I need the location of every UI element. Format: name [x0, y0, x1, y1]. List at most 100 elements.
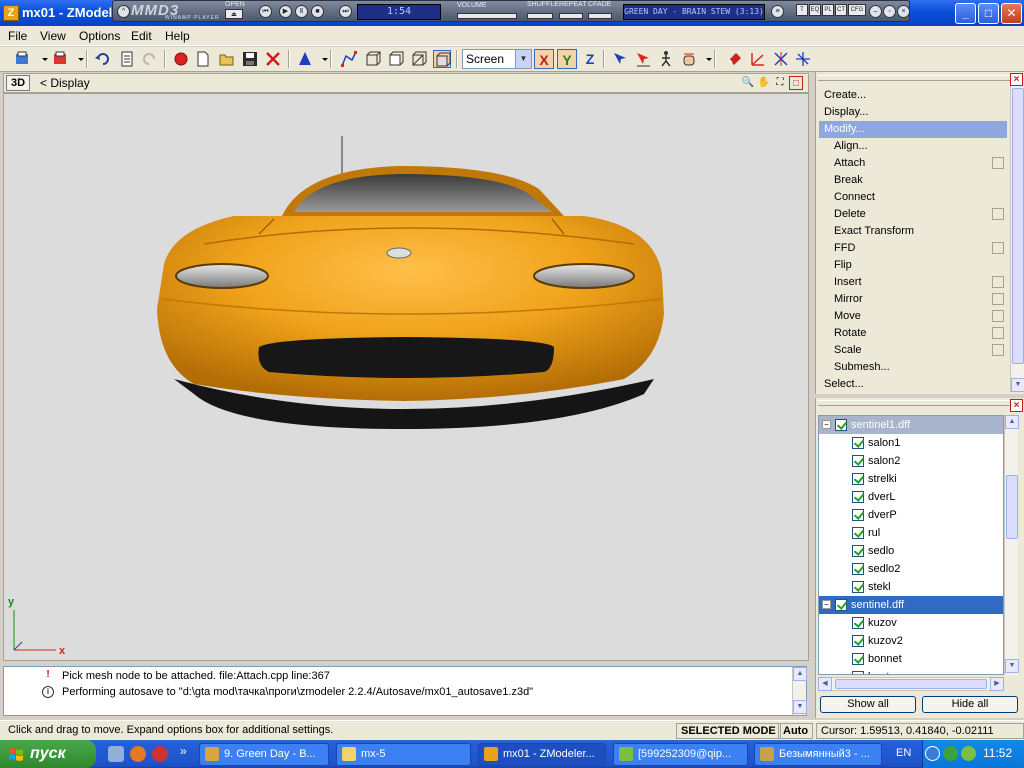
options-box-icon[interactable]: [992, 327, 1004, 339]
import-dropdown-icon[interactable]: [36, 50, 48, 68]
tree-mesh-node[interactable]: salon1: [819, 434, 1003, 452]
chevron-down-icon[interactable]: ▼: [515, 50, 531, 68]
modifier-item[interactable]: Break: [819, 172, 1007, 189]
redo-icon[interactable]: [140, 50, 158, 68]
vertex-mode-icon[interactable]: [296, 50, 314, 68]
zmodeler-app-icon[interactable]: Z: [3, 5, 19, 21]
axis-z-button[interactable]: Z: [580, 49, 600, 69]
modifier-item[interactable]: Attach: [819, 155, 1007, 172]
options-box-icon[interactable]: [992, 242, 1004, 254]
visibility-checkbox[interactable]: [852, 581, 864, 593]
hierarchy-hscrollbar[interactable]: ◀ ▶: [818, 677, 1004, 691]
tree-mesh-node[interactable]: boot: [819, 668, 1003, 674]
visibility-checkbox[interactable]: [835, 419, 847, 431]
modifier-item[interactable]: Mirror: [819, 291, 1007, 308]
collapse-icon[interactable]: −: [822, 600, 831, 609]
solid-cube-icon[interactable]: [433, 50, 451, 68]
visibility-checkbox[interactable]: [852, 455, 864, 467]
repeat-button[interactable]: [559, 13, 583, 19]
modifier-item[interactable]: Submesh...: [819, 359, 1007, 376]
stop-icon[interactable]: ■: [311, 5, 324, 18]
visibility-checkbox[interactable]: [852, 545, 864, 557]
tree-mesh-node[interactable]: dverP: [819, 506, 1003, 524]
winamp-close-icon[interactable]: ×: [897, 5, 910, 18]
tree-mesh-node[interactable]: sedlo2: [819, 560, 1003, 578]
visibility-checkbox[interactable]: [852, 509, 864, 521]
modifier-item[interactable]: Insert: [819, 274, 1007, 291]
previous-icon[interactable]: ⏮: [259, 5, 272, 18]
menu-help[interactable]: Help: [165, 29, 190, 43]
modifier-item[interactable]: Rotate: [819, 325, 1007, 342]
options-box-icon[interactable]: [992, 344, 1004, 356]
viewport-breadcrumb[interactable]: < Display: [40, 76, 90, 90]
visibility-checkbox[interactable]: [852, 617, 864, 629]
modifier-scrollbar[interactable]: ▼: [1010, 86, 1024, 392]
open-folder-icon[interactable]: [218, 50, 236, 68]
hierarchy-panel-close-icon[interactable]: ×: [1010, 399, 1023, 412]
panel-grip[interactable]: [818, 75, 1010, 81]
taskbar-task[interactable]: Безымянный3 - ...: [754, 743, 882, 766]
winamp-btn-cfg[interactable]: CFG: [848, 4, 866, 16]
pick-axis-icon[interactable]: [634, 50, 652, 68]
tree-file-node[interactable]: − sentinel.dff: [819, 596, 1003, 614]
winamp-menu-icon[interactable]: ^: [117, 5, 130, 18]
menu-file[interactable]: File: [8, 29, 27, 43]
scroll-right-icon[interactable]: ▶: [990, 677, 1004, 691]
modifier-item[interactable]: Move: [819, 308, 1007, 325]
winamp-minimize-icon[interactable]: –: [869, 5, 882, 18]
pause-icon[interactable]: Ⅱ: [295, 5, 308, 18]
axis-y-button[interactable]: Y: [557, 49, 577, 69]
hierarchy-scrollbar[interactable]: ▲ ▼: [1004, 415, 1019, 675]
visibility-checkbox[interactable]: [852, 563, 864, 575]
quicklaunch-opera-icon[interactable]: [152, 746, 168, 762]
tray-network-icon[interactable]: [961, 746, 976, 761]
viewport-3d[interactable]: y x: [3, 93, 809, 661]
tray-icq-icon[interactable]: [943, 746, 958, 761]
modifier-item[interactable]: Exact Transform: [819, 223, 1007, 240]
winamp-btn-t[interactable]: T: [796, 4, 808, 16]
auto-indicator[interactable]: Auto: [778, 723, 814, 739]
winamp-btn-eq[interactable]: EQ: [809, 4, 821, 16]
start-button[interactable]: пуск: [0, 740, 96, 768]
axis-cross-icon[interactable]: [772, 50, 790, 68]
zoom-icon[interactable]: 🔍: [741, 76, 755, 90]
next-icon[interactable]: ⏭: [339, 5, 352, 18]
taskbar-task[interactable]: [599252309@qip...: [613, 743, 748, 766]
modifier-item[interactable]: Select...: [819, 376, 1007, 393]
scroll-down-icon[interactable]: ▼: [1011, 378, 1024, 392]
shuffle-button[interactable]: [527, 13, 553, 19]
visibility-checkbox[interactable]: [852, 671, 864, 674]
import-icon[interactable]: [14, 50, 32, 68]
axis-x-button[interactable]: X: [534, 49, 554, 69]
scroll-down-icon[interactable]: ▼: [1005, 659, 1019, 673]
winamp-btn-pl[interactable]: PL: [822, 4, 834, 16]
axis-xz-icon[interactable]: [749, 50, 767, 68]
wire-cube-icon[interactable]: [410, 50, 428, 68]
modifier-item[interactable]: Modify...: [819, 121, 1007, 138]
tree-file-node[interactable]: − sentinel1.dff: [819, 416, 1003, 434]
tool-dropdown-icon[interactable]: [700, 50, 712, 68]
scroll-up-icon[interactable]: ▲: [1005, 415, 1019, 429]
taskbar-task[interactable]: mx01 - ZModeler...: [478, 743, 606, 766]
delete-icon[interactable]: [264, 50, 282, 68]
modifier-item[interactable]: Connect: [819, 189, 1007, 206]
play-icon[interactable]: ▶: [279, 5, 292, 18]
tree-mesh-node[interactable]: sedlo: [819, 542, 1003, 560]
walk-icon[interactable]: [657, 50, 675, 68]
record-icon[interactable]: [172, 50, 190, 68]
visibility-checkbox[interactable]: [835, 599, 847, 611]
maximize-button[interactable]: □: [978, 3, 999, 24]
axis-all-icon[interactable]: [794, 50, 812, 68]
visibility-checkbox[interactable]: [852, 635, 864, 647]
undo-icon[interactable]: [94, 50, 112, 68]
volume-slider[interactable]: [457, 13, 517, 19]
save-icon[interactable]: [241, 50, 259, 68]
pick-node-icon[interactable]: [611, 50, 629, 68]
visibility-checkbox[interactable]: [852, 437, 864, 449]
hide-all-button[interactable]: Hide all: [922, 696, 1018, 713]
taskbar-task[interactable]: mx-5: [336, 743, 471, 766]
tree-mesh-node[interactable]: dverL: [819, 488, 1003, 506]
close-button[interactable]: ✕: [1001, 3, 1022, 24]
winamp-list-icon[interactable]: ≡: [771, 5, 784, 18]
taskbar-task[interactable]: 9. Green Day - B...: [199, 743, 329, 766]
